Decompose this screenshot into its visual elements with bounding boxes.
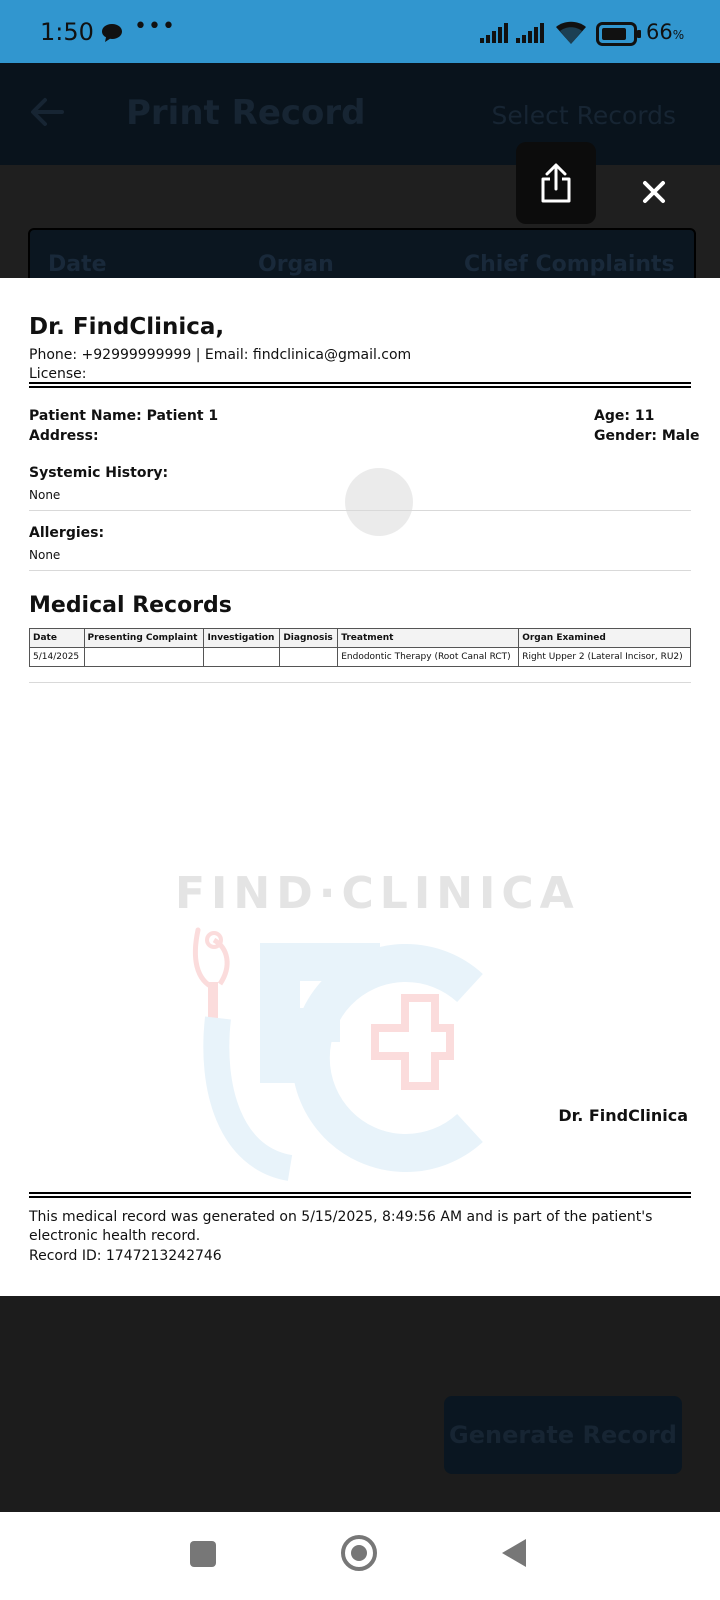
status-bar: 1:50 ••• 66%: [0, 0, 720, 63]
close-icon: [643, 181, 665, 203]
doctor-license: License:: [29, 366, 87, 382]
share-button[interactable]: [516, 142, 596, 224]
back-arrow-icon[interactable]: [30, 97, 64, 127]
navigation-bar: [0, 1512, 720, 1600]
header-investigation: Investigation: [203, 628, 281, 648]
table-row: 5/14/2025 Endodontic Therapy (Root Canal…: [29, 647, 691, 667]
allergies-label: Allergies:: [29, 525, 105, 541]
header-divider: [29, 382, 691, 388]
doctor-signature: Dr. FindClinica: [558, 1106, 688, 1125]
recent-apps-icon[interactable]: [190, 1541, 216, 1567]
header-diagnosis: Diagnosis: [279, 628, 339, 648]
patient-name: Patient Name: Patient 1: [29, 408, 219, 424]
cell-signal-icon-2: [516, 23, 544, 43]
cell-presenting-complaint: [83, 647, 205, 667]
battery-percentage: 66%: [646, 20, 685, 44]
wifi-icon: [556, 21, 586, 44]
systemic-history-label: Systemic History:: [29, 465, 169, 481]
cell-organ-examined: Right Upper 2 (Lateral Incisor, RU2): [518, 647, 691, 667]
document-page[interactable]: FIND·CLINICA Dr. FindClinica, Phone: +92…: [0, 278, 720, 1296]
medical-records-table: Date Presenting Complaint Investigation …: [29, 628, 691, 667]
patient-address: Address:: [29, 428, 99, 444]
header-organ-examined: Organ Examined: [518, 628, 691, 648]
battery-icon: [596, 22, 641, 46]
select-records-button[interactable]: Select Records: [492, 101, 676, 130]
patient-age: Age: 11: [594, 408, 655, 424]
generate-record-button[interactable]: Generate Record: [444, 1396, 682, 1474]
doctor-name: Dr. FindClinica,: [29, 314, 225, 340]
cell-signal-icon: [480, 23, 508, 43]
column-chief-complaints: Chief Complaints: [464, 252, 675, 277]
header-presenting-complaint: Presenting Complaint: [83, 628, 205, 648]
record-id: Record ID: 1747213242746: [29, 1248, 222, 1264]
records-table-header: Date Organ Chief Complaints: [28, 228, 696, 282]
allergies-value: None: [29, 548, 61, 562]
chat-bubble-icon: [102, 24, 122, 42]
cell-investigation: [203, 647, 281, 667]
cell-date: 5/14/2025: [29, 647, 85, 667]
cell-diagnosis: [279, 647, 339, 667]
doctor-contact: Phone: +92999999999 | Email: findclinica…: [29, 347, 412, 363]
medical-records-title: Medical Records: [29, 593, 232, 618]
more-notifications-icon: •••: [134, 14, 176, 39]
touch-indicator: [345, 468, 413, 536]
page-title: Print Record: [126, 93, 366, 133]
patient-gender: Gender: Male: [594, 428, 700, 444]
footer-note: This medical record was generated on 5/1…: [29, 1209, 653, 1244]
close-button[interactable]: [628, 166, 680, 218]
status-time: 1:50: [40, 18, 94, 46]
footer-divider: [29, 1192, 691, 1198]
column-organ: Organ: [258, 252, 334, 277]
back-icon[interactable]: [500, 1537, 528, 1569]
divider: [29, 682, 691, 683]
cell-treatment: Endodontic Therapy (Root Canal RCT): [337, 647, 520, 667]
home-icon[interactable]: [341, 1535, 377, 1571]
share-icon: [541, 163, 571, 203]
divider: [29, 510, 691, 511]
findclinica-logo-watermark: [192, 927, 483, 1181]
table-header-row: Date Presenting Complaint Investigation …: [29, 628, 691, 648]
column-date: Date: [48, 252, 107, 277]
app-header: Print Record Select Records: [0, 63, 720, 165]
systemic-history-value: None: [29, 488, 61, 502]
header-date: Date: [29, 628, 85, 648]
header-treatment: Treatment: [337, 628, 520, 648]
watermark-text: FIND·CLINICA: [175, 868, 580, 919]
divider: [29, 570, 691, 571]
